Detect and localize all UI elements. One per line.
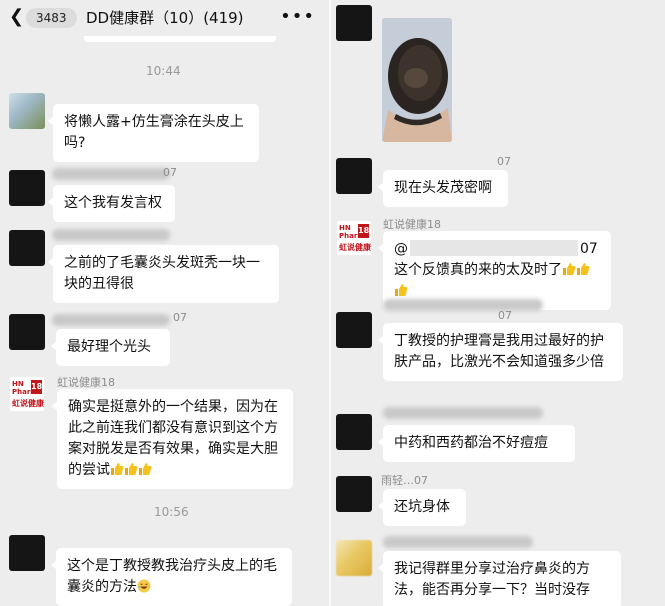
avatar[interactable] xyxy=(336,476,372,512)
message-bubble[interactable]: 中药和西药都治不好痘痘 xyxy=(378,425,575,462)
brand-logo-badge: 18 xyxy=(31,380,42,394)
chevron-left-icon[interactable]: ❮ xyxy=(9,8,24,26)
message-bubble[interactable]: 这个我有发言权 xyxy=(48,185,175,222)
avatar[interactable] xyxy=(9,93,45,129)
avatar[interactable] xyxy=(336,5,372,41)
left-chat-panel: ❮ 3483 DD健康群（10）(419) ••• 10:44 将懒人露+仿生膏… xyxy=(0,0,329,606)
sender-nickname: 07 xyxy=(163,166,177,179)
timestamp: 10:56 xyxy=(154,505,189,519)
brand-logo-text: 虹说健康 xyxy=(339,243,371,252)
avatar[interactable] xyxy=(9,230,45,266)
avatar[interactable] xyxy=(336,312,372,348)
avatar[interactable] xyxy=(336,540,372,576)
timestamp: 10:44 xyxy=(146,64,181,78)
laughing-face-icon xyxy=(137,579,151,593)
right-chat-panel: 07 现在头发茂密啊 HN Pharm. 18 虹说健康 虹说健康18 @07 … xyxy=(331,0,665,606)
blurred-nickname xyxy=(383,407,543,419)
blurred-nickname xyxy=(52,168,170,180)
chat-header: ❮ 3483 DD健康群（10）(419) ••• xyxy=(0,0,329,36)
scalp-photo-image xyxy=(382,18,452,142)
message-bubble[interactable]: 还坑身体 xyxy=(378,489,466,526)
sender-nickname: 07 xyxy=(497,155,511,168)
message-bubble[interactable]: 确实是挺意外的一个结果，因为在此之前连我们都没有意识到这个方案对脱发是否有效果，… xyxy=(52,389,293,489)
brand-logo-badge: 18 xyxy=(358,224,369,238)
message-bubble[interactable]: 将懒人露+仿生膏涂在头皮上吗? xyxy=(48,104,259,162)
message-bubble[interactable]: 丁教授的护理膏是我用过最好的护肤产品，比激光不会知道强多少倍 xyxy=(378,323,623,381)
sender-nickname: 07 xyxy=(498,309,512,322)
sender-nickname: 07 xyxy=(173,311,187,324)
brand-avatar[interactable]: HN Pharm. 18 虹说健康 xyxy=(336,220,372,256)
brand-logo-text: HN xyxy=(339,224,351,232)
avatar[interactable] xyxy=(336,158,372,194)
message-bubble[interactable]: 现在头发茂密啊 xyxy=(378,170,508,207)
brand-avatar[interactable]: HN Pharm. 18 虹说健康 xyxy=(9,376,45,412)
message-bubble[interactable]: 之前的了毛囊炎头发斑秃一块一块的丑得很 xyxy=(48,245,279,303)
avatar[interactable] xyxy=(9,535,45,571)
chat-title: DD健康群（10）(419) xyxy=(86,9,244,27)
sender-nickname: 雨轻…07 xyxy=(381,474,428,487)
sender-nickname: 虹说健康18 xyxy=(383,218,441,231)
thumbs-up-icon xyxy=(125,463,138,475)
blurred-nickname xyxy=(383,299,543,311)
message-text: 确实是挺意外的一个结果，因为在此之前连我们都没有意识到这个方案对脱发是否有效果，… xyxy=(68,399,278,478)
thumbs-up-icon xyxy=(139,463,152,475)
message-text: 这个是丁教授教我治疗头皮上的毛囊炎的方法 xyxy=(67,558,277,595)
avatar[interactable] xyxy=(9,170,45,206)
thumbs-up-icon xyxy=(111,463,124,475)
sender-nickname: 虹说健康18 xyxy=(57,376,115,389)
avatar[interactable] xyxy=(336,414,372,450)
message-bubble[interactable]: 最好理个光头 xyxy=(51,329,170,366)
more-dots-icon[interactable]: ••• xyxy=(280,6,315,27)
brand-logo-text: 虹说健康 xyxy=(12,399,44,408)
avatar[interactable] xyxy=(9,314,45,350)
mention-redacted xyxy=(410,240,578,256)
brand-logo-text: HN xyxy=(12,380,24,388)
mention-at: @ xyxy=(394,241,408,257)
blurred-nickname xyxy=(383,536,533,548)
scalp-photo[interactable] xyxy=(382,18,452,142)
thumbs-up-icon xyxy=(563,263,576,275)
message-bubble[interactable]: 我记得群里分享过治疗鼻炎的方法，能否再分享一下？当时没存 xyxy=(378,551,621,606)
blurred-nickname xyxy=(52,229,170,241)
blurred-nickname xyxy=(52,314,170,326)
message-bubble[interactable]: 这个是丁教授教我治疗头皮上的毛囊炎的方法 xyxy=(51,548,292,606)
unread-count-badge[interactable]: 3483 xyxy=(26,8,77,28)
thumbs-up-icon xyxy=(395,284,408,296)
thumbs-up-icon xyxy=(577,263,590,275)
cropped-bubble-edge xyxy=(84,36,276,42)
